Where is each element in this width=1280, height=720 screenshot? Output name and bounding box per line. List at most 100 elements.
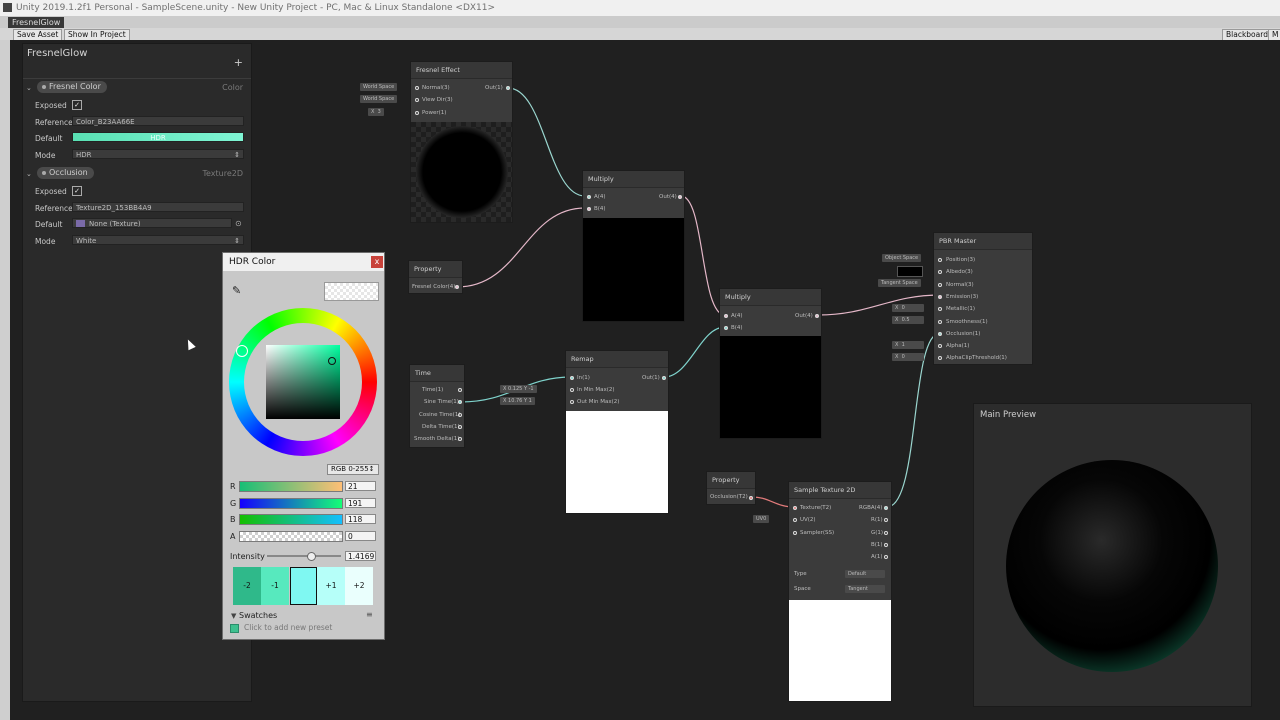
reference-field[interactable]: Color_B23AA66E [72, 116, 244, 126]
port-pin-icon[interactable] [884, 531, 888, 535]
node-sample-texture-2d[interactable]: Sample Texture 2D Texture(T2) UV(2) Samp… [788, 481, 892, 702]
node-remap[interactable]: Remap In(1) In Min Max(2) Out Min Max(2)… [565, 350, 669, 514]
input-position-space[interactable]: Object Space [882, 254, 922, 262]
main-preview-panel[interactable]: Main Preview [973, 403, 1252, 707]
input-normal-space[interactable]: Tangent Space [878, 279, 921, 287]
port-pin-icon[interactable] [815, 314, 819, 318]
object-picker-icon[interactable]: ⊙ [235, 219, 242, 228]
a-slider[interactable] [239, 531, 343, 542]
preset-swatch-icon[interactable] [230, 624, 239, 633]
port-pin-icon[interactable] [455, 285, 459, 289]
node-time[interactable]: Time Time(1) Sine Time(1) Cosine Time(1)… [409, 364, 465, 448]
swatch-minus-1[interactable]: -1 [261, 567, 289, 605]
r-value[interactable]: 21 [345, 481, 376, 491]
port-pin-icon[interactable] [724, 326, 728, 330]
mode-dropdown[interactable]: HDR ⇕ [72, 149, 244, 159]
swatch-current[interactable] [290, 567, 317, 605]
node-fresnel-effect[interactable]: Fresnel Effect Normal(3) View Dir(3) Pow… [410, 61, 513, 223]
port-pin-icon[interactable] [458, 388, 462, 392]
r-slider[interactable] [239, 481, 343, 492]
exposed-checkbox[interactable]: ✓ [72, 100, 82, 110]
input-viewdir-space[interactable]: World Space [360, 95, 398, 103]
node-property-occlusion[interactable]: Property Occlusion(T2) [706, 471, 756, 505]
default-color-field[interactable]: HDR [72, 132, 244, 142]
input-metallic[interactable]: X 0 [892, 304, 924, 312]
reference-field[interactable]: Texture2D_153BB4A9 [72, 202, 244, 212]
port-pin-icon[interactable] [724, 314, 728, 318]
g-value[interactable]: 191 [345, 498, 376, 508]
a-value[interactable]: 0 [345, 531, 376, 541]
port-pin-icon[interactable] [662, 376, 666, 380]
close-icon[interactable]: x [371, 256, 383, 268]
type-dropdown[interactable]: Default [845, 570, 885, 578]
port-pin-icon[interactable] [415, 86, 419, 90]
port-pin-icon[interactable] [793, 518, 797, 522]
eyedropper-icon[interactable]: ✎ [232, 284, 241, 297]
port-pin-icon[interactable] [938, 295, 942, 299]
hue-handle[interactable] [236, 345, 248, 357]
default-texture-field[interactable]: None (Texture) [72, 218, 232, 228]
input-in-min-max[interactable]: X 0.125 Y -1 [500, 385, 537, 393]
port-pin-icon[interactable] [570, 376, 574, 380]
port-pin-icon[interactable] [415, 111, 419, 115]
port-pin-icon[interactable] [458, 400, 462, 404]
add-preset-hint[interactable]: Click to add new preset [244, 623, 332, 632]
port-pin-icon[interactable] [938, 258, 942, 262]
swatch-minus-2[interactable]: -2 [233, 567, 261, 605]
input-alpha-clip[interactable]: X 0 [892, 353, 924, 361]
port-pin-icon[interactable] [938, 270, 942, 274]
node-property-fresnel-color[interactable]: Property Fresnel Color(4) [408, 260, 463, 294]
node-multiply-1[interactable]: Multiply A(4) B(4) Out(4) [582, 170, 685, 322]
b-slider[interactable] [239, 514, 343, 525]
swatches-menu-icon[interactable]: ≡ [366, 610, 373, 619]
exposed-checkbox[interactable]: ✓ [72, 186, 82, 196]
port-pin-icon[interactable] [458, 413, 462, 417]
input-out-min-max[interactable]: X 10.76 Y 1 [500, 397, 535, 405]
space-dropdown[interactable]: Tangent [845, 585, 885, 593]
port-pin-icon[interactable] [458, 425, 462, 429]
port-pin-icon[interactable] [678, 195, 682, 199]
port-pin-icon[interactable] [587, 207, 591, 211]
port-pin-icon[interactable] [884, 555, 888, 559]
port-pin-icon[interactable] [587, 195, 591, 199]
input-normal-space[interactable]: World Space [360, 83, 398, 91]
port-pin-icon[interactable] [570, 400, 574, 404]
port-pin-icon[interactable] [506, 86, 510, 90]
b-value[interactable]: 118 [345, 514, 376, 524]
collapse-arrow-icon[interactable]: ⌄ [26, 170, 32, 178]
port-pin-icon[interactable] [884, 518, 888, 522]
port-pin-icon[interactable] [884, 543, 888, 547]
swatch-plus-2[interactable]: +2 [345, 567, 373, 605]
port-pin-icon[interactable] [938, 283, 942, 287]
port-pin-icon[interactable] [938, 344, 942, 348]
property-pill-occlusion[interactable]: Occlusion [37, 167, 94, 179]
sv-handle[interactable] [328, 357, 336, 365]
port-pin-icon[interactable] [570, 388, 574, 392]
port-pin-icon[interactable] [938, 320, 942, 324]
intensity-value[interactable]: 1.4169 [345, 551, 376, 561]
port-pin-icon[interactable] [884, 506, 888, 510]
node-pbr-master[interactable]: PBR Master Position(3) Albedo(3) Normal(… [933, 232, 1033, 365]
port-pin-icon[interactable] [749, 496, 753, 500]
input-uv[interactable]: UV0 [753, 515, 770, 523]
property-pill-fresnel-color[interactable]: Fresnel Color [37, 81, 107, 93]
intensity-handle[interactable] [307, 552, 316, 561]
port-pin-icon[interactable] [938, 332, 942, 336]
port-pin-icon[interactable] [793, 531, 797, 535]
input-albedo-color[interactable] [897, 266, 923, 277]
swatch-plus-1[interactable]: +1 [317, 567, 345, 605]
port-pin-icon[interactable] [458, 437, 462, 441]
input-smoothness[interactable]: X 0.5 [892, 316, 924, 324]
swatches-foldout-icon[interactable]: ▼ [231, 612, 236, 620]
node-multiply-2[interactable]: Multiply A(4) B(4) Out(4) [719, 288, 822, 439]
add-property-button[interactable]: + [234, 56, 243, 69]
saturation-value-square[interactable] [266, 345, 340, 419]
intensity-slider[interactable] [267, 555, 341, 557]
color-mode-button[interactable]: RGB 0-255↕ [327, 464, 379, 475]
port-pin-icon[interactable] [938, 307, 942, 311]
input-power[interactable]: X 3 [368, 108, 384, 116]
port-pin-icon[interactable] [415, 98, 419, 102]
input-alpha[interactable]: X 1 [892, 341, 924, 349]
mode-dropdown[interactable]: White ⇕ [72, 235, 244, 245]
collapse-arrow-icon[interactable]: ⌄ [26, 84, 32, 92]
